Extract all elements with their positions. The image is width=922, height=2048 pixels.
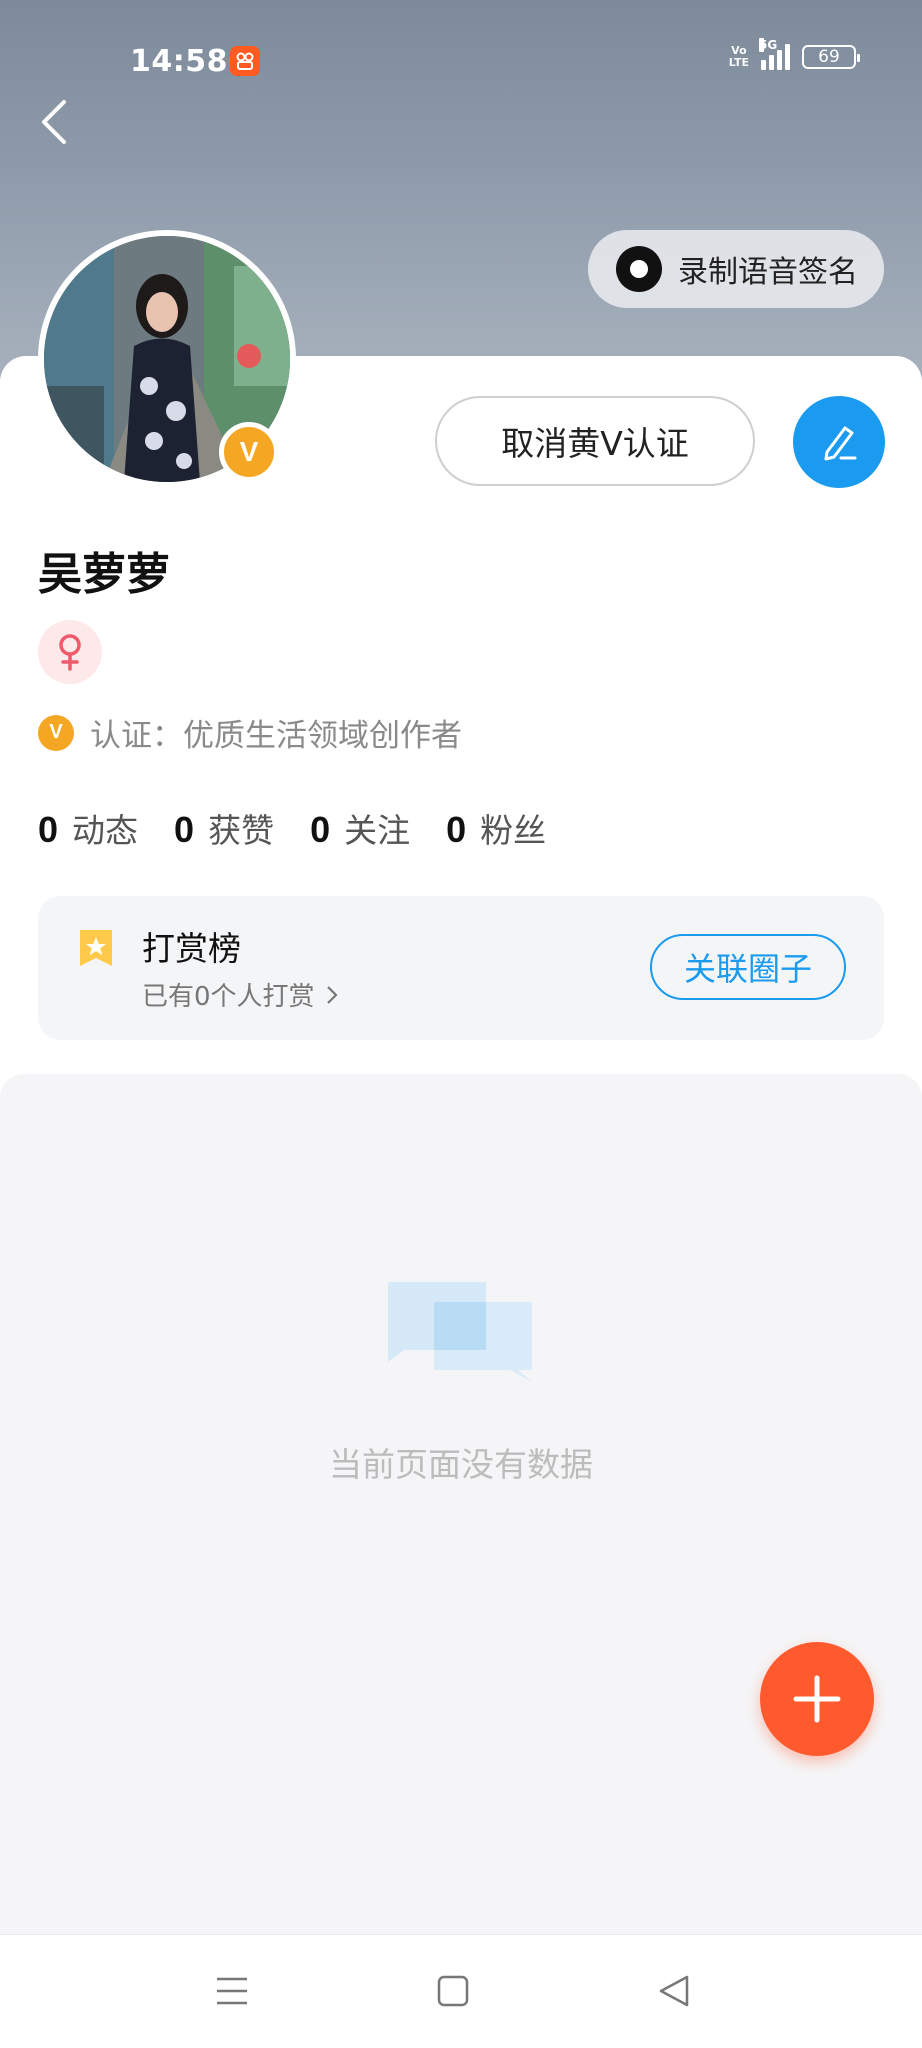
back-button[interactable]: [36, 98, 76, 146]
verified-icon: V: [38, 714, 74, 751]
verification-text: 认证：优质生活领域创作者: [90, 718, 462, 754]
battery-level: 69: [818, 47, 840, 67]
kuaishou-app-icon: [230, 46, 260, 76]
reward-count-text: 已有0个人打赏: [142, 982, 315, 1012]
cancel-v-verification-button[interactable]: 取消黄V认证: [435, 396, 755, 486]
stat-followers[interactable]: 0 粉丝: [446, 804, 546, 852]
verified-v-badge: V: [219, 422, 279, 482]
square-icon: [437, 1975, 469, 2007]
menu-button[interactable]: [210, 1969, 254, 2013]
reward-ranking-card[interactable]: 打赏榜 已有0个人打赏 关联圈子: [38, 896, 884, 1040]
link-circle-button[interactable]: 关联圈子: [650, 934, 846, 1000]
chevron-right-icon: [326, 985, 338, 1004]
system-navigation-bar: [0, 1934, 922, 2048]
stat-count: 0: [38, 809, 59, 850]
stats-row: 0 动态 0 获赞 0 关注 0 粉丝: [38, 804, 582, 852]
stat-label: 获赞: [208, 811, 275, 850]
stat-label: 粉丝: [480, 811, 547, 850]
reward-subtitle[interactable]: 已有0个人打赏: [142, 976, 339, 1013]
chat-bubbles-icon: [388, 1282, 532, 1382]
edit-profile-button[interactable]: [793, 396, 885, 488]
empty-state-text: 当前页面没有数据: [329, 1445, 593, 1484]
user-name: 吴萝萝: [38, 549, 170, 600]
voice-signature-label: 录制语音签名: [678, 255, 858, 290]
reward-title: 打赏榜: [142, 929, 241, 968]
pencil-icon: [824, 426, 857, 461]
back-nav-button[interactable]: [652, 1969, 696, 2013]
status-time: 14:58: [130, 44, 228, 79]
stat-count: 0: [446, 809, 467, 850]
volte-indicator: Vo LTE: [728, 44, 749, 69]
gender-badge: [38, 620, 102, 684]
stat-count: 0: [174, 809, 195, 850]
status-indicators: Vo LTE 5G 69: [728, 38, 860, 70]
create-post-fab[interactable]: [760, 1642, 874, 1756]
feed-panel: 当前页面没有数据: [0, 1074, 922, 1934]
stat-count: 0: [310, 809, 331, 850]
stat-following[interactable]: 0 关注: [310, 804, 410, 852]
stat-posts[interactable]: 0 动态: [38, 804, 138, 852]
home-button[interactable]: [431, 1969, 475, 2013]
battery-icon: 69: [802, 45, 860, 69]
plus-icon: [793, 1675, 841, 1723]
stat-likes[interactable]: 0 获赞: [174, 804, 274, 852]
record-voice-signature-button[interactable]: 录制语音签名: [588, 230, 884, 308]
record-icon: [616, 246, 662, 292]
chevron-left-icon: [42, 100, 66, 144]
female-icon: [59, 634, 81, 671]
stat-label: 动态: [72, 811, 139, 850]
triangle-back-icon: [659, 1975, 689, 2007]
status-bar: 14:58 Vo LTE 5G 69: [0, 0, 922, 110]
signal-icon: 5G: [759, 38, 790, 70]
stat-label: 关注: [344, 811, 411, 850]
menu-icon: [217, 1977, 247, 2005]
verification-row: V 认证：优质生活领域创作者: [38, 710, 462, 755]
bookmark-star-icon: [80, 930, 112, 966]
